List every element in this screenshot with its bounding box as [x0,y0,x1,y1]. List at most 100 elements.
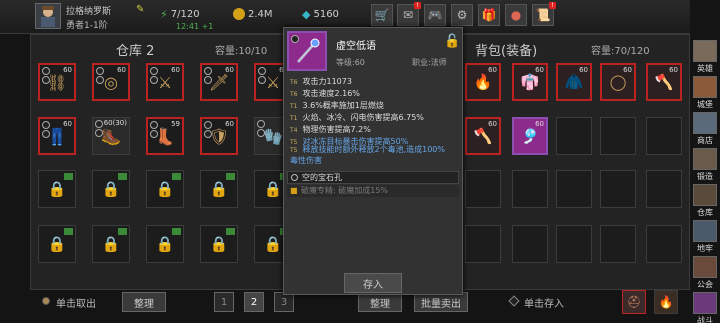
player-name: 拉格纳罗斯 [66,7,112,17]
bag-header: 背包(装备) [475,37,537,61]
socket-icon [150,76,158,84]
gold-stat: 2.4M [233,8,273,20]
socket-text: 空的宝石孔 [302,173,342,182]
bag-item-slot[interactable]: 60 🪓 [465,117,501,155]
empty-bag-slot[interactable] [556,170,592,208]
warehouse-item-slot[interactable]: 60 ⛓ [38,63,76,101]
edit-icon[interactable]: ✎ [136,4,144,15]
item-level: 60 [579,66,588,74]
unlock-icon[interactable]: 🔓 [444,34,460,49]
folder-icon: ■ [290,186,298,195]
equipment-icon: 🎐 [520,127,540,145]
mail-button[interactable]: ✉! [397,2,421,26]
gold-coin-icon [233,8,245,20]
sidebar-item-castle[interactable]: 城堡 [690,74,720,110]
helmet-quick-slot[interactable]: ⛑ [622,290,646,314]
warehouse-item-slot[interactable]: 60 🗡 [200,63,238,101]
battle-icon [693,292,717,314]
empty-bag-slot[interactable] [556,225,592,263]
empty-bag-slot[interactable] [512,170,548,208]
empty-bag-slot[interactable] [465,225,501,263]
locked-slot[interactable]: 🔒 [38,170,76,208]
affix-tier: T4 [290,127,298,134]
warehouse-item-slot[interactable]: 60(30) 🥾 [92,117,130,155]
sidebar-item-shop[interactable]: 商店 [690,110,720,146]
bag-item-slot[interactable]: 60 🪓 [646,63,682,101]
page-2-button[interactable]: 2 [244,292,264,312]
empty-bag-slot[interactable] [600,170,636,208]
gift-button[interactable]: 🎁 [478,4,500,26]
warehouse-item-slot[interactable]: 60 ◎ [92,63,130,101]
affix-text: 释放技能时额外释放2个毒池,造成100%毒性伤害 [290,145,445,165]
empty-bag-slot[interactable] [556,117,592,155]
empty-bag-slot[interactable] [465,170,501,208]
potion-quick-slot[interactable]: 🔥 [654,290,678,314]
radio-icon[interactable] [42,297,50,305]
empty-bag-slot[interactable] [646,117,682,155]
bag-item-slot[interactable]: 60 🔥 [465,63,501,101]
affix-tier: T1 [290,103,298,110]
gear-icon: ⚙ [456,8,468,22]
item-level: 60(30) [103,119,127,127]
player-rank: 勇者1-1阶 [66,21,108,31]
socket-icon [95,129,103,137]
page-3-button[interactable]: 3 [274,292,294,312]
empty-bag-slot[interactable] [646,225,682,263]
empty-bag-slot[interactable] [646,170,682,208]
warehouse-item-slot[interactable]: 59 👢 [146,117,184,155]
socket-icon [204,121,212,129]
store-item-button[interactable]: 存入 [344,273,402,293]
socket-icon [150,67,158,75]
locked-slot[interactable]: 🔒 [200,170,238,208]
affix-tier: T6 [290,79,298,86]
affix-text: 火焰、冰冷、闪电伤害提高6.75% [302,113,424,122]
bag-sort-button[interactable]: 整理 [358,292,402,312]
sidebar-item-label: 仓库 [697,208,713,217]
gamepad-button[interactable]: 🎮 [424,4,446,26]
affix-line: T1 火焰、冰冷、闪电伤害提高6.75% [290,112,424,123]
sidebar-item-warehouse[interactable]: 仓库 [690,182,720,218]
shop-cart-button[interactable]: 🛒 [371,4,393,26]
diamond-icon[interactable] [508,295,520,307]
equipment-icon: 👘 [520,73,540,91]
settings-button[interactable]: ⚙ [451,4,473,26]
locked-slot[interactable]: 🔒 [92,170,130,208]
sidebar-item-forge[interactable]: 锻造 [690,146,720,182]
gamepad-icon: 🎮 [427,8,443,22]
locked-slot[interactable]: 🔒 [38,225,76,263]
quest-button[interactable]: 📜! [532,2,556,26]
empty-bag-slot[interactable] [512,225,548,263]
sidebar-item-hero[interactable]: 英雄 [690,38,720,74]
equipment-icon: 🪓 [473,127,493,145]
empty-bag-slot[interactable] [600,225,636,263]
sidebar-item-battle[interactable]: 战斗 [690,290,720,323]
warehouse-item-slot[interactable]: 60 👖 [38,117,76,155]
warehouse-icon [693,184,717,206]
locked-slot[interactable]: 🔒 [92,225,130,263]
bag-item-slot[interactable]: 60 🧥 [556,63,592,101]
mastery-row: ■ 破魔专精: 破魔加成15% [287,185,459,197]
sidebar-item-dungeon[interactable]: 地牢 [690,218,720,254]
item-level: 60 [63,120,72,128]
page-1-button[interactable]: 1 [214,292,234,312]
bulk-sell-button[interactable]: 批量卖出 [414,292,468,312]
bag-item-slot[interactable]: 60 👘 [512,63,548,101]
locked-slot[interactable]: 🔒 [200,225,238,263]
warehouse-item-slot[interactable]: 60⚔ [146,63,184,101]
event-button[interactable]: ● [505,4,527,26]
item-level: 60 [225,66,234,74]
player-avatar[interactable] [35,3,61,29]
sidebar-item-guild[interactable]: 公会 [690,254,720,290]
warehouse-sort-button[interactable]: 整理 [122,292,166,312]
warehouse-item-slot[interactable]: 60 🛡 [200,117,238,155]
locked-slot[interactable]: 🔒 [146,225,184,263]
bag-item-slot[interactable]: 60 🎐 [512,117,548,155]
gem-stat: ◆ 5160 [302,8,339,21]
affix-line: T5 释放技能时额外释放2个毒池,造成100%毒性伤害 [290,145,450,166]
empty-bag-slot[interactable] [600,117,636,155]
castle-icon [693,76,717,98]
locked-slot[interactable]: 🔒 [146,170,184,208]
unlock-tag-icon [118,228,127,235]
bag-title: 背包(装备) [475,43,538,59]
bag-item-slot[interactable]: 60 ◯ [600,63,636,101]
